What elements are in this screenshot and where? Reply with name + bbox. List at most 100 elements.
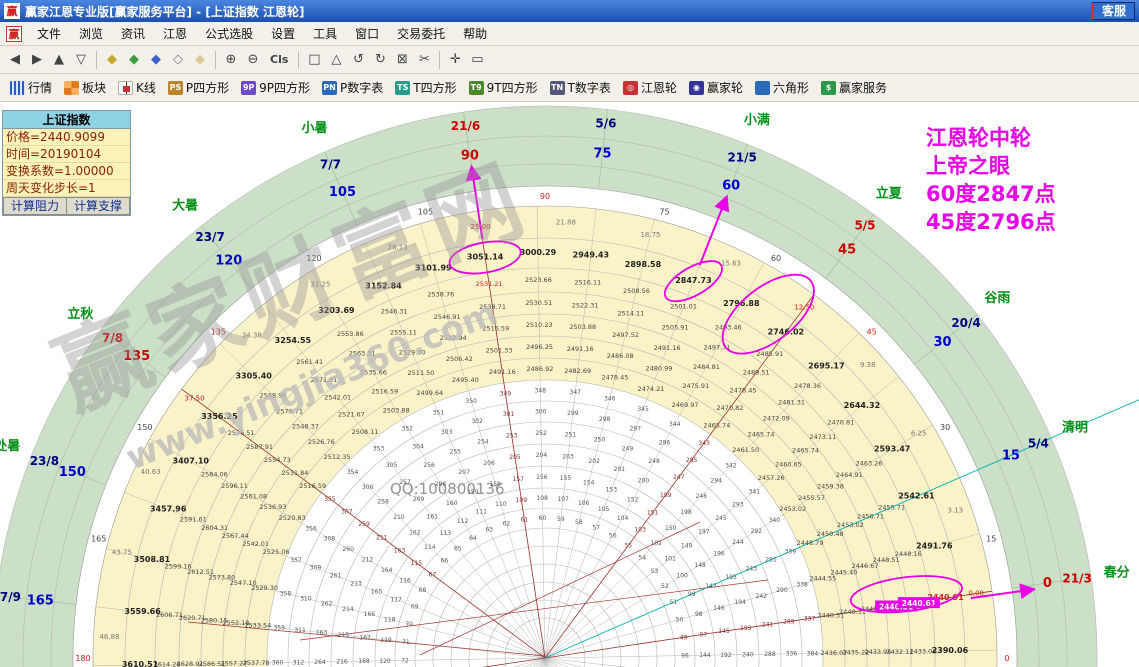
- svg-text:118: 118: [384, 616, 396, 623]
- svg-text:196: 196: [713, 550, 725, 557]
- diamond-blue-button[interactable]: ◆: [145, 49, 167, 71]
- svg-text:248: 248: [648, 458, 660, 465]
- menu-item-8[interactable]: 窗口: [346, 23, 388, 44]
- svg-text:242: 242: [756, 593, 768, 600]
- svg-text:2546.31: 2546.31: [381, 307, 408, 315]
- rect-tool-button[interactable]: □: [303, 49, 325, 71]
- menu-items: 文件 浏览 资讯 江恩 公式选股 设置 工具 窗口 交易委托 帮助: [28, 23, 496, 44]
- svg-text:2464.91: 2464.91: [836, 471, 863, 479]
- next-arrow-button[interactable]: ▶: [26, 49, 48, 71]
- svg-text:15.63: 15.63: [721, 260, 741, 268]
- view-winner-wheel[interactable]: ◉ 赢家轮: [683, 79, 749, 96]
- svg-text:2591.61: 2591.61: [180, 515, 207, 523]
- blocks-icon: [64, 80, 80, 95]
- svg-text:2482.69: 2482.69: [564, 367, 591, 375]
- svg-text:2512.35: 2512.35: [324, 453, 351, 461]
- svg-text:2503.88: 2503.88: [569, 323, 596, 331]
- svg-text:2553.86: 2553.86: [337, 330, 364, 338]
- rotate-left-tool-button[interactable]: ↺: [347, 49, 369, 71]
- menu-item-2[interactable]: 浏览: [70, 23, 112, 44]
- view-t-table[interactable]: TN T数字表: [544, 79, 617, 96]
- cut-tool-button[interactable]: ✂: [413, 49, 435, 71]
- svg-text:120: 120: [379, 658, 391, 665]
- gann-wheel-chart[interactable]: 9495964950515253545556575859606162636465…: [0, 102, 1139, 667]
- svg-text:200: 200: [638, 477, 650, 484]
- svg-text:180: 180: [75, 654, 90, 663]
- svg-text:2473.11: 2473.11: [809, 433, 836, 441]
- svg-text:111: 111: [475, 508, 487, 515]
- menu-item-10[interactable]: 帮助: [454, 23, 496, 44]
- svg-text:2604.31: 2604.31: [201, 524, 228, 532]
- triangle-tool-button[interactable]: △: [325, 49, 347, 71]
- svg-text:2949.43: 2949.43: [573, 251, 609, 260]
- view-hexagon[interactable]: 六角形: [749, 79, 815, 96]
- svg-text:2529.30: 2529.30: [399, 349, 426, 357]
- calc-resistance-button[interactable]: 计算阻力: [3, 197, 66, 215]
- cls-button[interactable]: Cls: [264, 49, 294, 71]
- diamond-cream-button[interactable]: ◆: [189, 49, 211, 71]
- svg-text:148: 148: [694, 562, 706, 569]
- rotate-right-tool-button[interactable]: ↻: [369, 49, 391, 71]
- view-t-square[interactable]: TS T四方形: [389, 79, 462, 96]
- zoom-out-button[interactable]: ⊖: [242, 49, 264, 71]
- menu-item-4[interactable]: 江恩: [154, 23, 196, 44]
- menu-item-5[interactable]: 公式选股: [196, 23, 262, 44]
- svg-text:58: 58: [575, 519, 583, 526]
- menu-item-3[interactable]: 资讯: [112, 23, 154, 44]
- diamond-yellow-button[interactable]: ◆: [101, 49, 123, 71]
- view-gann-wheel[interactable]: ◎ 江恩轮: [617, 79, 683, 96]
- svg-text:2501.01: 2501.01: [670, 302, 697, 310]
- svg-text:2455.71: 2455.71: [878, 503, 905, 511]
- diamond-gray-button[interactable]: ◇: [167, 49, 189, 71]
- view-label-p-square: P四方形: [185, 81, 230, 95]
- svg-text:119: 119: [380, 637, 392, 644]
- view-9p-square[interactable]: 9P 9P四方形: [235, 79, 316, 96]
- view-service[interactable]: $ 赢家服务: [815, 79, 893, 96]
- diamond-green-button[interactable]: ◆: [123, 49, 145, 71]
- svg-text:49: 49: [680, 634, 688, 641]
- view-p-square[interactable]: PS P四方形: [162, 79, 235, 96]
- svg-text:216: 216: [336, 659, 348, 666]
- callout-tool-button[interactable]: ▭: [466, 49, 488, 71]
- svg-text:45: 45: [838, 243, 856, 258]
- customer-service-button[interactable]: 客服: [1090, 2, 1135, 20]
- chart-area: 9495964950515253545556575859606162636465…: [0, 102, 1139, 667]
- svg-text:351: 351: [433, 410, 445, 417]
- menu-item-9[interactable]: 交易委托: [388, 23, 454, 44]
- calc-support-button[interactable]: 计算支撑: [66, 197, 130, 215]
- up-triangle-button[interactable]: ▲: [48, 49, 70, 71]
- svg-text:15: 15: [1002, 448, 1020, 463]
- svg-text:202: 202: [588, 458, 600, 465]
- menu-item-6[interactable]: 设置: [262, 23, 304, 44]
- service-icon: $: [820, 80, 836, 95]
- menu-item-7[interactable]: 工具: [304, 23, 346, 44]
- move-tool-button[interactable]: ✛: [444, 49, 466, 71]
- svg-text:201: 201: [614, 466, 626, 473]
- svg-text:2465.74: 2465.74: [703, 422, 730, 430]
- svg-text:45: 45: [867, 327, 877, 336]
- svg-text:356: 356: [305, 525, 317, 532]
- svg-text:66: 66: [440, 558, 448, 565]
- svg-text:168: 168: [358, 658, 370, 665]
- svg-text:2448.79: 2448.79: [797, 539, 824, 547]
- svg-text:65: 65: [454, 545, 462, 552]
- svg-text:2516.59: 2516.59: [371, 387, 398, 395]
- view-p-table[interactable]: PN P数字表: [316, 79, 389, 96]
- delete-tool-button[interactable]: ⊠: [391, 49, 413, 71]
- svg-text:69: 69: [411, 604, 419, 611]
- view-kline[interactable]: K线: [112, 79, 162, 96]
- zoom-in-button[interactable]: ⊕: [220, 49, 242, 71]
- view-quotes[interactable]: 行情: [4, 79, 58, 96]
- svg-text:3305.40: 3305.40: [235, 372, 272, 381]
- svg-text:160: 160: [446, 500, 458, 507]
- svg-text:105: 105: [329, 185, 356, 200]
- view-blocks[interactable]: 板块: [58, 79, 112, 96]
- svg-text:9.38: 9.38: [860, 361, 876, 369]
- prev-arrow-button[interactable]: ◀: [4, 49, 26, 71]
- svg-text:3152.84: 3152.84: [365, 282, 402, 291]
- svg-text:2469.97: 2469.97: [672, 401, 699, 409]
- down-triangle-button[interactable]: ▽: [70, 49, 92, 71]
- view-9t-square[interactable]: T9 9T四方形: [463, 79, 544, 96]
- menu-item-1[interactable]: 文件: [28, 23, 70, 44]
- gann-wheel-icon: ◎: [622, 80, 638, 95]
